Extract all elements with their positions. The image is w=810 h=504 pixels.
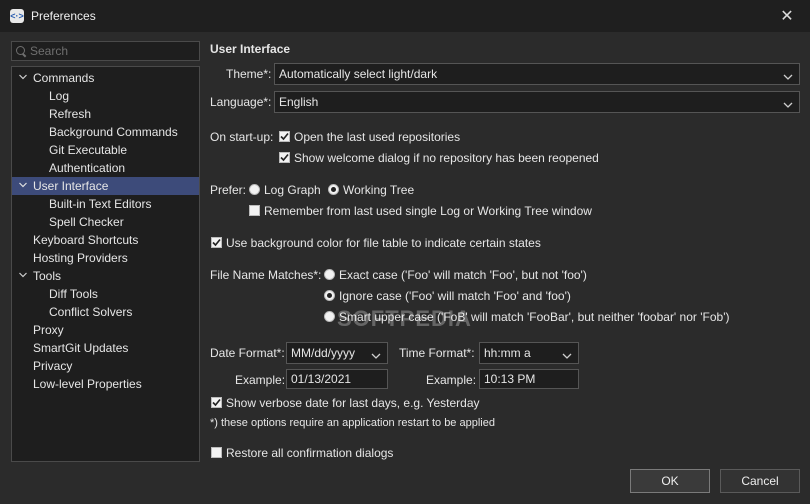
- remember-last-checkbox[interactable]: [249, 205, 260, 216]
- time-example-field: 10:13 PM: [479, 369, 579, 389]
- chevron-down-icon: [371, 349, 381, 363]
- language-value: English: [279, 95, 319, 109]
- window-title: Preferences: [31, 9, 96, 23]
- file-name-matches-label: File Name Matches*:: [210, 268, 322, 282]
- tree-item-git-executable[interactable]: Git Executable: [12, 141, 199, 159]
- chevron-down-icon[interactable]: [19, 73, 27, 81]
- tree-item-log[interactable]: Log: [12, 87, 199, 105]
- tree-item-user-interface[interactable]: User Interface: [12, 177, 199, 195]
- time-format-label: Time Format*:: [399, 346, 475, 360]
- language-select[interactable]: English: [274, 91, 800, 113]
- tree-item-commands[interactable]: Commands: [12, 69, 199, 87]
- smart-upper-case-radio[interactable]: [324, 311, 335, 322]
- theme-label: Theme*:: [226, 67, 272, 81]
- preferences-tree: Commands Log Refresh Background Commands…: [11, 66, 200, 462]
- use-bg-color-checkbox[interactable]: [211, 237, 222, 248]
- show-welcome-label[interactable]: Show welcome dialog if no repository has…: [294, 151, 599, 165]
- verbose-date-label[interactable]: Show verbose date for last days, e.g. Ye…: [226, 396, 480, 410]
- restart-note: *) these options require an application …: [210, 417, 495, 429]
- open-last-repos-label[interactable]: Open the last used repositories: [294, 130, 460, 144]
- cancel-button[interactable]: Cancel: [720, 469, 800, 493]
- startup-label: On start-up:: [210, 130, 274, 144]
- date-format-value: MM/dd/yyyy: [291, 346, 356, 360]
- tree-item-tools[interactable]: Tools: [12, 267, 199, 285]
- chevron-down-icon: [783, 70, 793, 84]
- time-format-value: hh:mm a: [484, 346, 531, 360]
- time-example-label: Example:: [426, 373, 477, 387]
- remember-last-label[interactable]: Remember from last used single Log or Wo…: [264, 204, 592, 218]
- theme-value: Automatically select light/dark: [279, 67, 438, 81]
- theme-select[interactable]: Automatically select light/dark: [274, 63, 800, 85]
- language-label: Language*:: [210, 95, 272, 109]
- chevron-down-icon[interactable]: [19, 181, 27, 189]
- working-tree-radio[interactable]: [328, 184, 339, 195]
- working-tree-label[interactable]: Working Tree: [343, 183, 414, 197]
- tree-item-low-level-properties[interactable]: Low-level Properties: [12, 375, 199, 393]
- search-field[interactable]: [11, 41, 200, 61]
- search-icon: [16, 45, 27, 57]
- tree-item-smartgit-updates[interactable]: SmartGit Updates: [12, 339, 199, 357]
- chevron-down-icon: [562, 349, 572, 363]
- tree-item-hosting-providers[interactable]: Hosting Providers: [12, 249, 199, 267]
- ok-button[interactable]: OK: [630, 469, 710, 493]
- show-welcome-checkbox[interactable]: [279, 152, 290, 163]
- tree-item-conflict-solvers[interactable]: Conflict Solvers: [12, 303, 199, 321]
- watermark: SOFTPEDIA: [337, 306, 472, 331]
- date-example-label: Example:: [235, 373, 286, 387]
- time-format-select[interactable]: hh:mm a: [479, 342, 579, 364]
- date-format-label: Date Format*:: [210, 346, 285, 360]
- app-icon: <·>: [10, 9, 24, 23]
- log-graph-label[interactable]: Log Graph: [264, 183, 321, 197]
- tree-item-authentication[interactable]: Authentication: [12, 159, 199, 177]
- prefer-label: Prefer:: [210, 183, 247, 197]
- date-format-select[interactable]: MM/dd/yyyy: [286, 342, 388, 364]
- log-graph-radio[interactable]: [249, 184, 260, 195]
- exact-case-label[interactable]: Exact case ('Foo' will match 'Foo', but …: [339, 268, 587, 282]
- verbose-date-checkbox[interactable]: [211, 397, 222, 408]
- tree-item-refresh[interactable]: Refresh: [12, 105, 199, 123]
- close-icon[interactable]: ✕: [764, 0, 810, 32]
- tree-item-proxy[interactable]: Proxy: [12, 321, 199, 339]
- tree-item-background-commands[interactable]: Background Commands: [12, 123, 199, 141]
- restore-dialogs-checkbox[interactable]: [211, 447, 222, 458]
- tree-item-spell-checker[interactable]: Spell Checker: [12, 213, 199, 231]
- exact-case-radio[interactable]: [324, 269, 335, 280]
- use-bg-color-label[interactable]: Use background color for file table to i…: [226, 236, 541, 250]
- section-title: User Interface: [210, 42, 291, 56]
- tree-item-label: User Interface: [33, 179, 109, 193]
- tree-item-diff-tools[interactable]: Diff Tools: [12, 285, 199, 303]
- tree-item-label: Commands: [33, 71, 95, 85]
- tree-item-built-in-text-editors[interactable]: Built-in Text Editors: [12, 195, 199, 213]
- search-input[interactable]: [30, 44, 190, 58]
- restore-dialogs-label[interactable]: Restore all confirmation dialogs: [226, 446, 393, 460]
- open-last-repos-checkbox[interactable]: [279, 131, 290, 142]
- chevron-down-icon: [783, 98, 793, 112]
- tree-item-keyboard-shortcuts[interactable]: Keyboard Shortcuts: [12, 231, 199, 249]
- date-example-field: 01/13/2021: [286, 369, 388, 389]
- tree-item-privacy[interactable]: Privacy: [12, 357, 199, 375]
- ignore-case-label[interactable]: Ignore case ('Foo' will match 'Foo' and …: [339, 289, 571, 303]
- ignore-case-radio[interactable]: [324, 290, 335, 301]
- chevron-down-icon[interactable]: [19, 271, 27, 279]
- title-bar: <·> Preferences ✕: [0, 0, 810, 32]
- tree-item-label: Tools: [33, 269, 62, 283]
